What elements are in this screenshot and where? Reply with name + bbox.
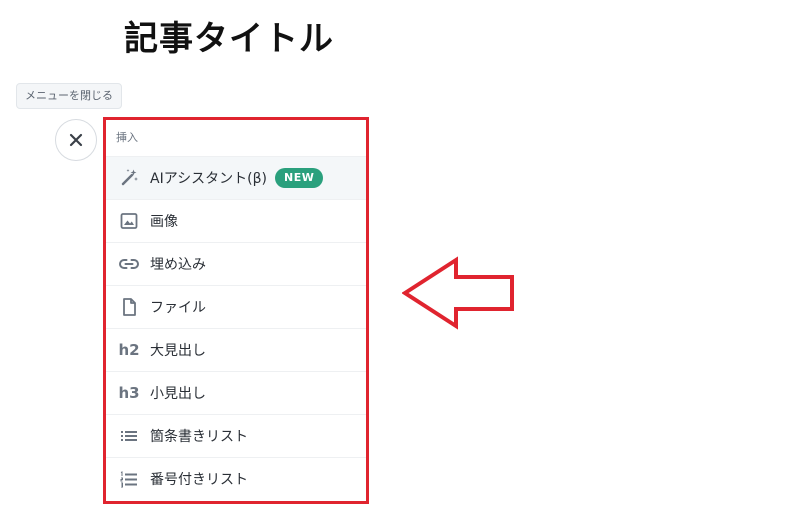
menu-item-numbered-list[interactable]: 番号付きリスト <box>106 457 366 500</box>
menu-item-label: 小見出し <box>150 386 206 402</box>
menu-item-label: ファイル <box>150 300 206 316</box>
close-icon <box>69 133 83 147</box>
menu-item-label: 画像 <box>150 214 178 230</box>
menu-item-label: 番号付きリスト <box>150 472 248 488</box>
menu-item-label: 大見出し <box>150 343 206 359</box>
editor-page: 記事タイトル メニューを閉じる 挿入 AIアシスタント(β) NEW 画像 埋め… <box>0 0 800 506</box>
menu-item-label: 箇条書きリスト <box>150 429 248 445</box>
image-icon <box>118 210 140 232</box>
menu-item-label: AIアシスタント(β) <box>150 171 268 187</box>
heading-2-icon: h2 <box>118 341 140 359</box>
menu-item-bullet-list[interactable]: 箇条書きリスト <box>106 414 366 457</box>
menu-section-label: 挿入 <box>116 131 138 144</box>
menu-item-label: 埋め込み <box>150 257 206 273</box>
close-menu-tooltip: メニューを閉じる <box>16 83 122 109</box>
close-menu-button[interactable] <box>55 119 97 161</box>
heading-3-icon: h3 <box>118 384 140 402</box>
file-icon <box>118 296 140 318</box>
numbered-list-icon <box>118 468 140 490</box>
menu-item-heading-small[interactable]: h3 小見出し <box>106 371 366 414</box>
menu-item-file[interactable]: ファイル <box>106 285 366 328</box>
left-arrow-annotation <box>402 256 514 330</box>
insert-menu: 挿入 AIアシスタント(β) NEW 画像 埋め込み ファイル h2 大見出し … <box>103 117 369 504</box>
menu-item-ai-assistant[interactable]: AIアシスタント(β) NEW <box>106 156 366 199</box>
link-icon <box>118 253 140 275</box>
article-title[interactable]: 記事タイトル <box>124 14 334 64</box>
menu-item-heading-large[interactable]: h2 大見出し <box>106 328 366 371</box>
bullet-list-icon <box>118 425 140 447</box>
menu-item-embed[interactable]: 埋め込み <box>106 242 366 285</box>
menu-item-image[interactable]: 画像 <box>106 199 366 242</box>
new-badge: NEW <box>275 168 324 188</box>
magic-wand-icon <box>118 167 140 189</box>
